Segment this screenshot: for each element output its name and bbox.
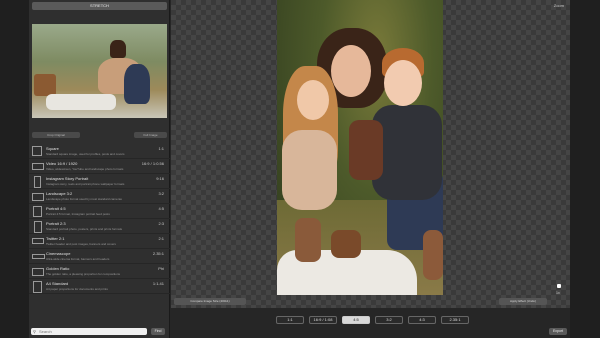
preview-thumbnail[interactable] <box>32 24 167 118</box>
app-window: STRETCH Crop Original Full Image Square … <box>0 0 600 338</box>
apply-effect-button[interactable]: Apply Effect (Undo) <box>499 298 547 305</box>
ratio-option[interactable]: 3:2 <box>375 316 403 324</box>
search-input[interactable] <box>31 328 147 335</box>
preset-name: Twitter 2:1 <box>46 236 65 241</box>
girl-body <box>282 130 337 210</box>
boy-boot <box>331 230 361 258</box>
sidebar: STRETCH Crop Original Full Image Square … <box>29 0 170 338</box>
preset-ratio: 9:16 <box>156 176 164 181</box>
preset-item[interactable]: Landscape 3:2 Landscape photo format use… <box>29 189 170 204</box>
crop-original-button[interactable]: Crop Original <box>32 132 80 138</box>
ratio-option[interactable]: 1:1 <box>276 316 304 324</box>
export-button[interactable]: Export <box>549 328 567 335</box>
preset-item[interactable]: Portrait 2:3 Standard portrait photo, po… <box>29 219 170 234</box>
resize-handle[interactable] <box>557 284 561 288</box>
search-icon: ⚲ <box>33 329 36 334</box>
preset-item[interactable]: Cinemascope Ultra-wide cinema format, ba… <box>29 249 170 264</box>
preset-item[interactable]: Golden Ratio The golden ratio, a pleasin… <box>29 264 170 279</box>
preset-desc: Landscape photo format used by most stan… <box>46 197 122 201</box>
preset-item[interactable]: Square Standard square image, used for p… <box>29 144 170 159</box>
preset-desc: Instagram story, reels and portrait phon… <box>46 182 125 186</box>
boy-vest <box>349 120 383 180</box>
portrait-icon <box>33 206 42 217</box>
preset-ratio: Phi <box>158 266 164 271</box>
panel-title[interactable]: STRETCH <box>32 2 167 10</box>
bottom-toolbar: 1:1 16:9 / 1:08 4:5 3:2 4:3 2.35:1 Expor… <box>171 308 570 338</box>
preset-item[interactable]: Video 16:9 / 1920 Video, widescreen, You… <box>29 159 170 174</box>
mom-face <box>331 45 371 97</box>
landscape-icon <box>32 238 44 244</box>
preset-ratio: 2:1 <box>158 236 164 241</box>
portrait-icon <box>34 176 41 188</box>
zoom-label[interactable]: Zoom <box>554 3 564 8</box>
wide-icon <box>32 254 45 259</box>
preset-ratio: 16:9 / 1:0.56 <box>141 161 164 166</box>
boy-face <box>384 60 422 106</box>
handle-label: 1x <box>556 291 560 295</box>
main-image[interactable] <box>277 0 443 295</box>
portrait-icon <box>34 221 42 233</box>
ratio-option[interactable]: 16:9 / 1:08 <box>309 316 337 324</box>
preset-name: Instagram Story Portrait <box>46 176 89 181</box>
preset-item[interactable]: Portrait 4:5 Portrait 4:5 format, Instag… <box>29 204 170 219</box>
preset-ratio: 4:5 <box>158 206 164 211</box>
preset-desc: A4 paper proportions for documents and p… <box>46 287 108 291</box>
preset-name: Video 16:9 / 1920 <box>46 161 78 166</box>
preset-desc: Twitter header and post images, banners … <box>46 242 116 246</box>
canvas-area[interactable]: Zoom 1x Compare Image Size (400x1) Apply… <box>171 0 570 308</box>
compare-size-button[interactable]: Compare Image Size (400x1) <box>174 298 246 305</box>
girl-boot <box>295 218 321 262</box>
preset-name: Portrait 4:5 <box>46 206 66 211</box>
preset-ratio: 1:1.41 <box>152 281 164 286</box>
preset-name: Square <box>46 146 59 151</box>
golden-icon <box>32 268 44 276</box>
mom-shoe <box>423 230 443 280</box>
landscape-icon <box>32 163 44 170</box>
ratio-option[interactable]: 2.35:1 <box>441 316 469 324</box>
preset-list: Square Standard square image, used for p… <box>29 144 170 294</box>
ratio-selector: 1:1 16:9 / 1:08 4:5 3:2 4:3 2.35:1 <box>276 316 469 324</box>
preset-item[interactable]: A4 Standard A4 paper proportions for doc… <box>29 279 170 294</box>
landscape-icon <box>32 193 44 201</box>
preset-desc: Standard square image, used for profiles… <box>46 152 125 156</box>
preset-desc: Portrait 4:5 format, Instagram portrait … <box>46 212 110 216</box>
preset-item[interactable]: Instagram Story Portrait Instagram story… <box>29 174 170 189</box>
page-icon <box>33 281 42 293</box>
full-image-button[interactable]: Full Image <box>134 132 167 138</box>
search-button[interactable]: Find <box>151 328 165 335</box>
right-edge <box>570 0 600 338</box>
left-edge <box>0 0 29 338</box>
square-icon <box>32 146 42 156</box>
girl-face <box>297 80 329 120</box>
preset-desc: Standard portrait photo, posters, prints… <box>46 227 123 231</box>
preset-desc: Ultra-wide cinema format, banners and he… <box>46 257 110 261</box>
preset-name: Golden Ratio <box>46 266 70 271</box>
boy-figure <box>124 64 150 104</box>
ratio-option-active[interactable]: 4:5 <box>342 316 370 324</box>
preset-item[interactable]: Twitter 2:1 Twitter header and post imag… <box>29 234 170 249</box>
preset-name: Landscape 3:2 <box>46 191 73 196</box>
preset-ratio: 3:2 <box>158 191 164 196</box>
preset-ratio: 2.35:1 <box>152 251 164 256</box>
preset-ratio: 1:1 <box>158 146 164 151</box>
preset-name: Cinemascope <box>46 251 71 256</box>
basket-shape <box>34 74 56 96</box>
ratio-option[interactable]: 4:3 <box>408 316 436 324</box>
mom-head <box>110 40 126 58</box>
preset-desc: Video, widescreen, YouTube and landscape… <box>46 167 124 171</box>
preset-ratio: 2:3 <box>158 221 164 226</box>
preset-name: A4 Standard <box>46 281 69 286</box>
preset-name: Portrait 2:3 <box>46 221 66 226</box>
preset-desc: The golden ratio, a pleasing proportion … <box>46 272 121 276</box>
blanket-shape <box>46 94 116 110</box>
